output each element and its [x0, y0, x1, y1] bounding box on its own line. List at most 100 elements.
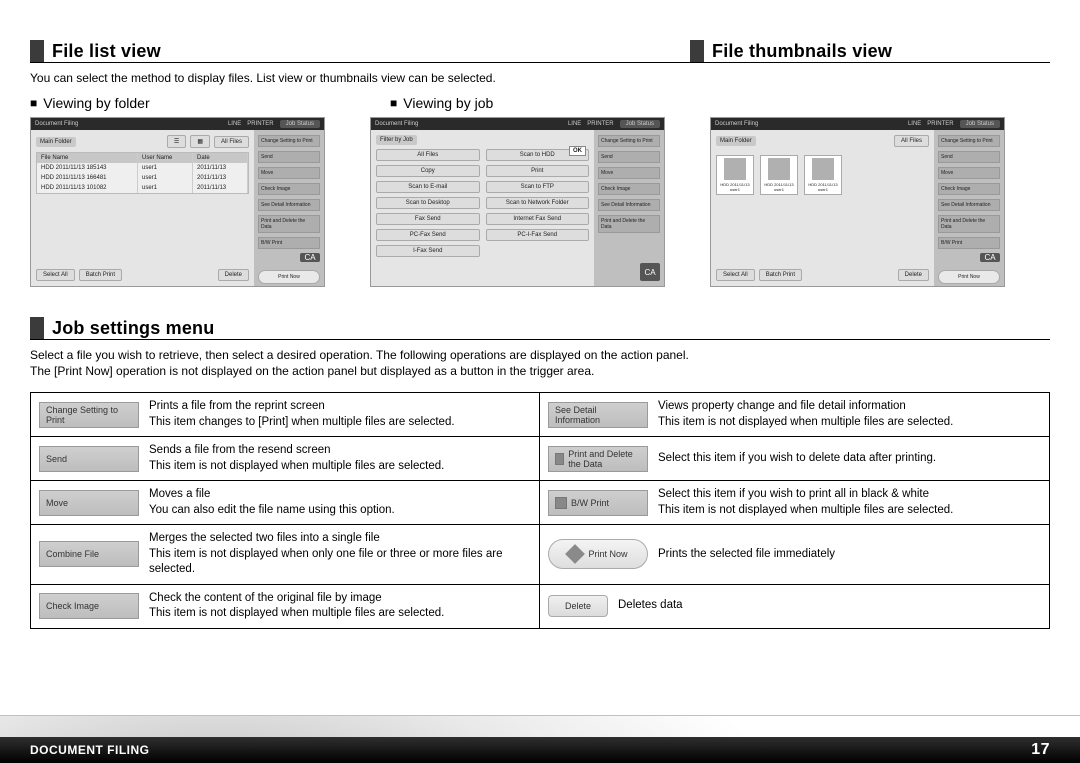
- side-action[interactable]: See Detail Information: [938, 199, 1000, 211]
- subheading-folder-label: Viewing by folder: [43, 95, 149, 111]
- settings-cell: Print Now Prints the selected file immedi…: [540, 525, 1049, 585]
- side-action[interactable]: Move: [938, 167, 1000, 179]
- thumbnail-item[interactable]: HDD 2011/11/13user1: [716, 155, 754, 195]
- heading-job-settings: Job settings menu: [52, 318, 214, 339]
- setting-description: Select this item if you wish to print al…: [658, 487, 953, 518]
- action-chip[interactable]: B/W Print: [548, 490, 648, 516]
- checkbox-icon: [555, 453, 564, 465]
- settings-cell: Change Setting to Print Prints a file fro…: [31, 393, 540, 437]
- ca-button[interactable]: CA: [640, 263, 660, 281]
- job-filter[interactable]: PC-I-Fax Send: [486, 229, 590, 241]
- breadcrumb[interactable]: Main Folder: [36, 137, 76, 147]
- section2-intro: Select a file you wish to retrieve, then…: [30, 348, 1050, 378]
- chip-label: Move: [46, 498, 68, 508]
- printer-indicator: PRINTER: [927, 121, 953, 127]
- settings-cell: B/W Print Select this item if you wish to…: [540, 481, 1049, 525]
- side-action[interactable]: Print and Delete the Data: [938, 215, 1000, 233]
- job-filter[interactable]: I-Fax Send: [376, 245, 480, 257]
- action-chip[interactable]: See Detail Information: [548, 402, 648, 428]
- job-filter[interactable]: Scan to Desktop: [376, 197, 480, 209]
- side-action[interactable]: Send: [938, 151, 1000, 163]
- print-now-pill[interactable]: Print Now: [548, 539, 648, 569]
- side-action[interactable]: B/W Print: [938, 237, 1000, 249]
- table-row[interactable]: HDD 2011/11/13 166481user12011/11/13: [37, 173, 248, 183]
- action-chip[interactable]: Combine File: [39, 541, 139, 567]
- side-action[interactable]: Check Image: [598, 183, 660, 195]
- table-row[interactable]: HDD 2011/11/13 101082user12011/11/13: [37, 183, 248, 193]
- print-now-button[interactable]: Print Now: [258, 270, 320, 284]
- settings-cell: Check ImageCheck the content of the orig…: [31, 585, 540, 629]
- job-filter[interactable]: Internet Fax Send: [486, 213, 590, 225]
- thumb-view-icon[interactable]: ▦: [190, 135, 210, 148]
- col-date[interactable]: Date: [193, 153, 248, 163]
- setting-description: Prints the selected file immediately: [658, 547, 835, 563]
- settings-cell: Combine FileMerges the selected two file…: [31, 525, 540, 585]
- job-filter[interactable]: Fax Send: [376, 213, 480, 225]
- table-row[interactable]: HDD 2011/11/13 185143user12011/11/13: [37, 163, 248, 173]
- job-status-button[interactable]: Job Status: [280, 120, 320, 128]
- print-now-button[interactable]: Print Now: [938, 270, 1000, 284]
- side-action[interactable]: Check Image: [938, 183, 1000, 195]
- screenshot-thumbnails: Document Filing LINE PRINTER Job Status …: [710, 117, 1005, 287]
- heading-marker: [30, 40, 44, 62]
- setting-description: Moves a fileYou can also edit the file n…: [149, 487, 395, 518]
- batch-print-button[interactable]: Batch Print: [79, 269, 122, 281]
- batch-print-button[interactable]: Batch Print: [759, 269, 802, 281]
- side-action[interactable]: Print and Delete the Data: [598, 215, 660, 233]
- side-action[interactable]: Change Setting to Print: [598, 135, 660, 147]
- job-status-button[interactable]: Job Status: [960, 120, 1000, 128]
- list-view-icon[interactable]: ☰: [167, 135, 186, 148]
- side-action[interactable]: Send: [258, 151, 320, 163]
- job-filter[interactable]: Scan to Network Folder: [486, 197, 590, 209]
- job-filter[interactable]: Print: [486, 165, 590, 177]
- file-table: File Name User Name Date HDD 2011/11/13 …: [36, 152, 249, 194]
- side-action[interactable]: B/W Print: [258, 237, 320, 249]
- section-headings: File list view File thumbnails view: [30, 40, 1050, 63]
- ca-button[interactable]: CA: [980, 253, 1000, 262]
- subheading-job-label: Viewing by job: [403, 95, 493, 111]
- side-action[interactable]: Move: [598, 167, 660, 179]
- all-files-button[interactable]: All Files: [894, 135, 929, 147]
- ca-button[interactable]: CA: [300, 253, 320, 262]
- job-filter[interactable]: Copy: [376, 165, 480, 177]
- ok-button[interactable]: OK: [569, 146, 586, 156]
- line-indicator: LINE: [908, 121, 921, 127]
- subheading-folder: ■ Viewing by folder: [30, 95, 370, 111]
- col-file[interactable]: File Name: [37, 153, 138, 163]
- footer-title: DOCUMENT FILING: [30, 743, 150, 757]
- action-chip[interactable]: Send: [39, 446, 139, 472]
- delete-button[interactable]: Delete: [898, 269, 929, 281]
- action-chip[interactable]: Move: [39, 490, 139, 516]
- side-action[interactable]: Change Setting to Print: [258, 135, 320, 147]
- breadcrumb[interactable]: Main Folder: [716, 136, 756, 146]
- side-action[interactable]: Check Image: [258, 183, 320, 195]
- side-action[interactable]: See Detail Information: [258, 199, 320, 211]
- col-user[interactable]: User Name: [138, 153, 193, 163]
- setting-description: Views property change and file detail in…: [658, 399, 953, 430]
- side-action[interactable]: See Detail Information: [598, 199, 660, 211]
- job-filter[interactable]: Scan to FTP: [486, 181, 590, 193]
- job-filter[interactable]: PC-Fax Send: [376, 229, 480, 241]
- job-filter[interactable]: All Files: [376, 149, 480, 161]
- thumbnail-item[interactable]: HDD 2011/11/13user1: [760, 155, 798, 195]
- printer-indicator: PRINTER: [587, 121, 613, 127]
- job-status-button[interactable]: Job Status: [620, 120, 660, 128]
- side-action[interactable]: Print and Delete the Data: [258, 215, 320, 233]
- setting-description: Prints a file from the reprint screenThi…: [149, 399, 455, 430]
- action-chip[interactable]: Change Setting to Print: [39, 402, 139, 428]
- side-action[interactable]: Move: [258, 167, 320, 179]
- job-filter[interactable]: Scan to E-mail: [376, 181, 480, 193]
- action-chip[interactable]: Check Image: [39, 593, 139, 619]
- side-action[interactable]: Send: [598, 151, 660, 163]
- delete-small-button[interactable]: Delete: [548, 595, 608, 617]
- chip-label: Combine File: [46, 549, 99, 559]
- thumbnail-item[interactable]: HDD 2011/11/13user1: [804, 155, 842, 195]
- heading-file-list: File list view: [52, 41, 161, 62]
- select-all-button[interactable]: Select All: [716, 269, 755, 281]
- delete-button[interactable]: Delete: [218, 269, 249, 281]
- all-files-button[interactable]: All Files: [214, 136, 249, 148]
- side-action[interactable]: Change Setting to Print: [938, 135, 1000, 147]
- select-all-button[interactable]: Select All: [36, 269, 75, 281]
- page-footer: DOCUMENT FILING 17: [0, 715, 1080, 763]
- action-chip[interactable]: Print and Delete the Data: [548, 446, 648, 472]
